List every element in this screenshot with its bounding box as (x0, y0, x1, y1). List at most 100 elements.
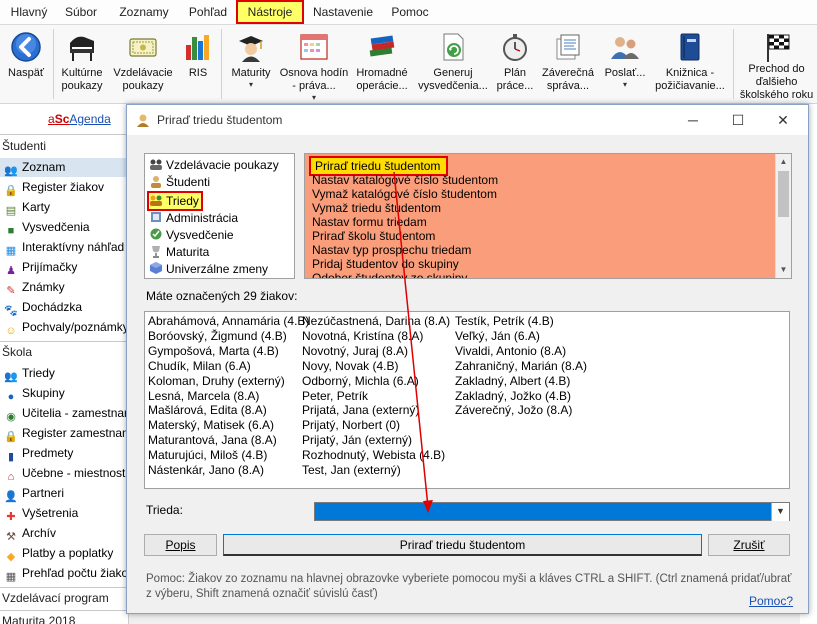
sidebar-item-platby[interactable]: ◆ Platby a poplatky (0, 544, 128, 563)
trieda-select[interactable]: ▼ (314, 502, 790, 521)
student-list-item[interactable]: Zakladný, Albert (4.B) (455, 374, 570, 389)
action-pridaj-do-skupiny[interactable]: Pridaj študentov do skupiny (312, 257, 459, 271)
student-list-item[interactable]: Boróovský, Žigmund (4.B) (148, 329, 287, 344)
cancel-button[interactable]: Zrušiť (708, 534, 790, 556)
student-list-item[interactable]: Prijatá, Jana (externý) (302, 403, 419, 418)
hromadne-operacie-button[interactable]: Hromadné operácie... (352, 25, 412, 103)
kulturne-poukazy-button[interactable]: Kultúrne poukazy (56, 25, 108, 103)
student-list-item[interactable]: Prijatý, Norbert (0) (302, 418, 400, 433)
generuj-vysvedcenia-button[interactable]: Generuj vysvedčenia... (414, 25, 492, 103)
category-maturita[interactable]: Maturita (149, 244, 209, 261)
student-list-item[interactable]: Mašlárová, Edita (8.A) (148, 403, 267, 418)
category-univerzalne-zmeny[interactable]: Univerzálne zmeny (149, 261, 268, 278)
student-list-item[interactable]: Veľký, Ján (6.A) (455, 329, 540, 344)
action-vymaz-triedu[interactable]: Vymaž triedu študentom (312, 201, 441, 215)
sidebar-item-ucitelia[interactable]: ◉ Učitelia - zamestnanci (0, 404, 128, 423)
smiley-icon: ☺ (5, 325, 17, 337)
table-icon: ▦ (5, 571, 17, 583)
ris-button[interactable]: RIS (178, 25, 218, 103)
minimize-button[interactable]: ─ (673, 109, 713, 131)
student-list-item[interactable]: Vivaldi, Antonio (8.A) (455, 344, 566, 359)
plan-prace-button[interactable]: Plán práce... (494, 25, 536, 103)
action-nastav-katalogove-cislo[interactable]: Nastav katalógové číslo študentom (312, 173, 498, 187)
sidebar-item-triedy[interactable]: 👥 Triedy (0, 364, 128, 383)
action-nastav-formu[interactable]: Nastav formu triedam (312, 215, 427, 229)
kniznica-button[interactable]: Knižnica - požičiavanie... (652, 25, 728, 103)
maximize-button[interactable]: ☐ (718, 109, 758, 131)
student-list-item[interactable]: Zakladný, Jožko (4.B) (455, 389, 571, 404)
sidebar-item-skupiny[interactable]: ● Skupiny (0, 384, 128, 403)
scrollbar-thumb[interactable] (778, 171, 789, 217)
student-list-item[interactable]: Chudík, Milan (6.A) (148, 359, 251, 374)
student-list-item[interactable]: Odborný, Michla (6.A) (302, 374, 419, 389)
help-link[interactable]: Pomoc? (749, 594, 793, 608)
osnova-hodin-button[interactable]: Osnova hodín - práva... ▾ (278, 25, 350, 103)
action-prirad-skolu[interactable]: Priraď školu študentom (312, 229, 435, 243)
sidebar-item-interaktivny-nahlad[interactable]: ▦ Interaktívny náhľad (0, 238, 128, 257)
action-list-scrollbar[interactable]: ▲ ▼ (775, 154, 791, 278)
close-button[interactable]: ✕ (763, 109, 803, 131)
student-list-item[interactable]: Zahraničný, Marián (8.A) (455, 359, 587, 374)
menu-subor[interactable]: Súbor (58, 0, 104, 24)
sidebar-item-archiv[interactable]: ⚒ Archív (0, 524, 128, 543)
people-icon (150, 159, 162, 170)
sidebar-item-register-zamestnancov[interactable]: 🔒Register zamestnancov (0, 424, 128, 443)
assign-class-button[interactable]: Priraď triedu študentom (223, 534, 702, 556)
popis-button[interactable]: Popis (144, 534, 217, 556)
category-vzdelavacie-poukazy[interactable]: Vzdelávacie poukazy (149, 157, 279, 174)
section-maturita[interactable]: Maturita 2018 (2, 614, 75, 624)
student-list-item[interactable]: Maturujúci, Miloš (4.B) (148, 448, 267, 463)
menu-zoznamy[interactable]: Zoznamy (112, 0, 176, 24)
student-list-item[interactable]: Novotný, Juraj (8.A) (302, 344, 408, 359)
chevron-down-icon[interactable]: ▼ (771, 503, 789, 521)
student-list-item[interactable]: Peter, Petrík (302, 389, 368, 404)
student-list-item[interactable]: Nástenkár, Jano (8.A) (148, 463, 264, 478)
student-list-item[interactable]: Materský, Matisek (6.A) (148, 418, 274, 433)
student-list-item[interactable]: Záverečný, Jožo (8.A) (455, 403, 572, 418)
sidebar-item-karty[interactable]: ▤ Karty (0, 198, 128, 217)
zaverecna-sprava-button[interactable]: Záverečná správa... (538, 25, 598, 103)
sidebar-item-vysvedcenia[interactable]: ■ Vysvedčenia (0, 218, 128, 237)
sidebar-item-pochvaly[interactable]: ☺ Pochvaly/poznámky (0, 318, 128, 337)
category-studenti[interactable]: Študenti (149, 174, 210, 191)
prechod-skolsky-rok-button[interactable]: Prechod do ďalšieho školského roku (736, 25, 817, 103)
category-vysvedcenie[interactable]: Vysvedčenie (149, 227, 234, 244)
student-list-item[interactable]: Novotná, Kristína (8.A) (302, 329, 423, 344)
menu-hlavny[interactable]: Hlavný (4, 0, 54, 24)
maturity-button[interactable]: Maturity ▾ (226, 25, 276, 103)
student-list-item[interactable]: Prijatý, Ján (externý) (302, 433, 412, 448)
sidebar-item-register-ziakov[interactable]: 🔒 Register žiakov (0, 178, 128, 197)
sidebar-item-znamky[interactable]: ✎ Známky (0, 278, 128, 297)
action-odober-zo-skupiny[interactable]: Odober študentov zo skupiny (312, 271, 467, 278)
category-triedy[interactable]: Triedy (147, 191, 203, 211)
student-list-item[interactable]: Lesná, Marcela (8.A) (148, 389, 259, 404)
sidebar-item-dochadzka[interactable]: 🐾 Dochádzka (0, 298, 128, 317)
student-list-item[interactable]: Testík, Petrík (4.B) (455, 314, 554, 329)
menu-nastavenie[interactable]: Nastavenie (308, 0, 378, 24)
sidebar-item-partneri[interactable]: 👤 Partneri (0, 484, 128, 503)
student-list-item[interactable]: Test, Jan (externý) (302, 463, 401, 478)
sidebar-item-zoznam[interactable]: 👥 Zoznam (0, 158, 128, 177)
sidebar-item-prehlad-poctu[interactable]: ▦ Prehľad počtu žiakov (0, 564, 128, 583)
sidebar-item-prijimacky[interactable]: ♟ Prijímačky (0, 258, 128, 277)
vzdelavacie-poukazy-button[interactable]: Vzdelávacie poukazy (110, 25, 176, 103)
sidebar-item-predmety[interactable]: ▮ Predmety (0, 444, 128, 463)
poslat-button[interactable]: Poslať... ▾ (600, 25, 650, 103)
student-list-item[interactable]: Nezúčastnená, Darina (8.A) (302, 314, 450, 329)
student-list-item[interactable]: Maturantová, Jana (8.A) (148, 433, 277, 448)
student-list-item[interactable]: Abrahámová, Annamária (4.B) (148, 314, 309, 329)
menu-pohlad[interactable]: Pohľad (184, 0, 232, 24)
action-vymaz-katalogove-cislo[interactable]: Vymaž katalógové číslo študentom (312, 187, 497, 201)
menu-nastroje[interactable]: Nástroje (236, 0, 304, 24)
sidebar-item-ucebne[interactable]: ⌂ Učebne - miestnosti (0, 464, 128, 483)
student-list-item[interactable]: Gympošová, Marta (4.B) (148, 344, 279, 359)
sidebar-item-vysetrenia[interactable]: ✚ Vyšetrenia (0, 504, 128, 523)
back-button[interactable]: Naspäť (2, 25, 50, 103)
student-list-item[interactable]: Rozhodnutý, Webista (4.B) (302, 448, 445, 463)
action-nastav-typ-prospechu[interactable]: Nastav typ prospechu triedam (312, 243, 471, 257)
menu-pomoc[interactable]: Pomoc (386, 0, 434, 24)
section-program[interactable]: Vzdelávací program (2, 591, 109, 605)
category-administracia[interactable]: Administrácia (149, 210, 238, 227)
student-list-item[interactable]: Koloman, Druhy (externý) (148, 374, 285, 389)
student-list-item[interactable]: Novy, Novak (4.B) (302, 359, 398, 374)
